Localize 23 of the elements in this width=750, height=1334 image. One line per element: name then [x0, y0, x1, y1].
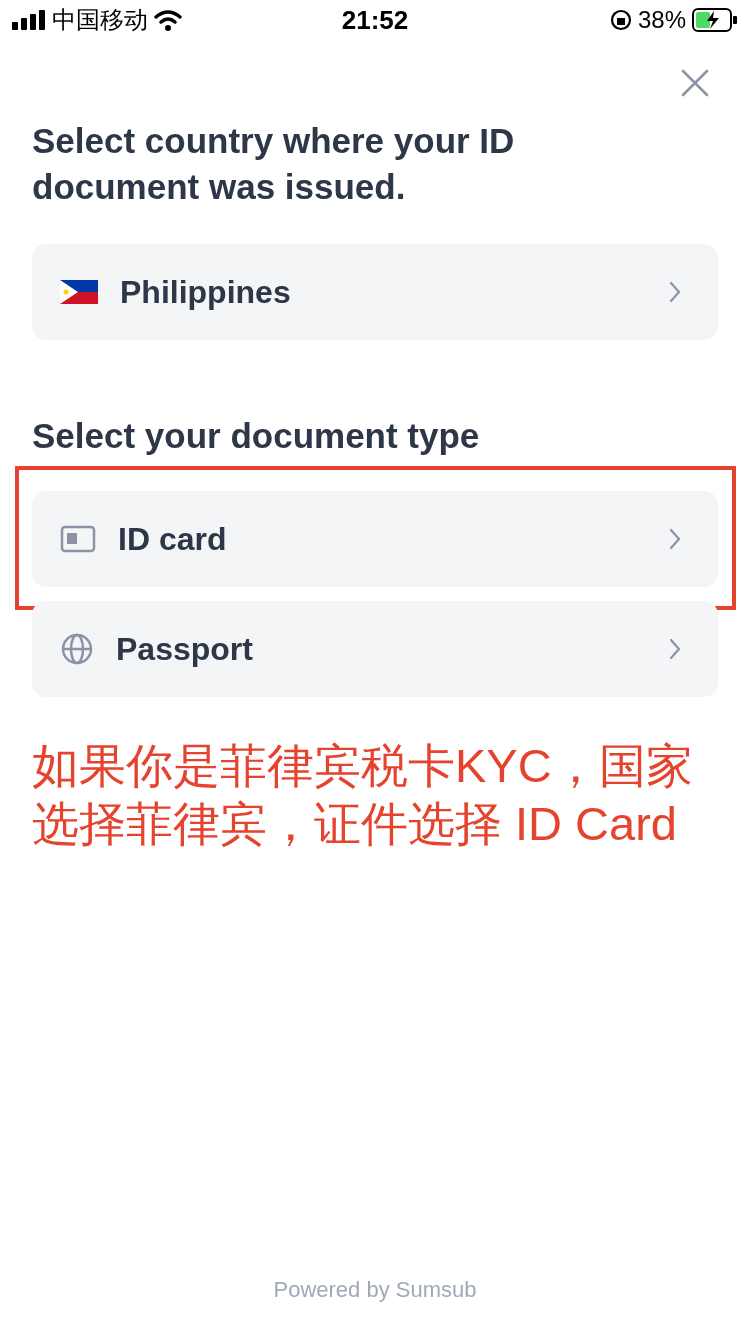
signal-icon: [12, 10, 46, 30]
country-selector[interactable]: Philippines: [32, 244, 718, 340]
annotation-text: 选择菲律宾，证件选择 ID Card: [32, 795, 678, 852]
carrier-name: 中国移动: [52, 5, 148, 35]
status-time: 21:52: [341, 3, 409, 37]
close-button[interactable]: [680, 68, 710, 98]
globe-icon: [60, 631, 94, 666]
battery-icon: [692, 8, 738, 32]
section-title: Select your document type: [32, 415, 481, 457]
chevron-right-icon: [668, 636, 682, 661]
battery-percent: 38%: [637, 5, 686, 35]
flag-icon: [60, 280, 98, 304]
rotation-lock-icon: [609, 9, 632, 31]
footer-text: Powered by Sumsub: [273, 1276, 477, 1304]
wifi-icon: [154, 9, 182, 31]
chevron-right-icon: [668, 526, 682, 551]
annotation-text: 如果你是菲律宾税卡KYC，国家: [32, 737, 694, 794]
page-title: Select country where your ID document was issued.: [32, 120, 516, 208]
close-icon: [680, 68, 710, 98]
chevron-right-icon: [668, 280, 682, 304]
id-card-icon: [60, 524, 96, 553]
document-option[interactable]: Passport: [32, 600, 718, 697]
document-option[interactable]: ID card: [32, 490, 718, 587]
